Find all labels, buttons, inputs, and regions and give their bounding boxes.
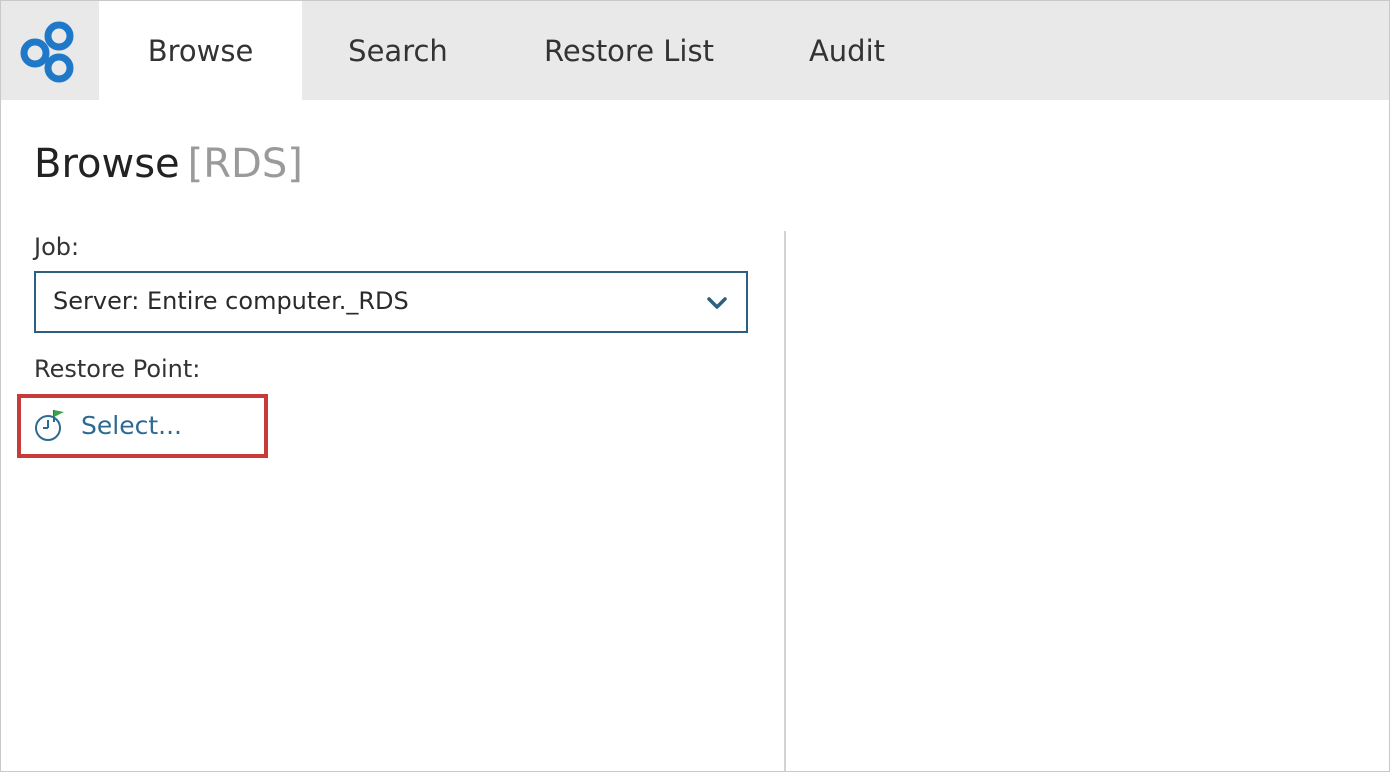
tab-audit-label: Audit <box>808 33 886 68</box>
tab-restore-list[interactable]: Restore List <box>514 1 744 100</box>
chevron-down-icon[interactable] <box>706 293 728 313</box>
app-window: Browse Search Restore List Audit Browse[… <box>0 0 1390 772</box>
brand-logo-icon[interactable] <box>1 1 99 100</box>
tab-browse[interactable]: Browse <box>99 1 302 100</box>
tab-browse-label: Browse <box>147 33 254 68</box>
restore-point-label: Restore Point: <box>34 355 201 383</box>
page-title: Browse [RDS] <box>34 141 303 187</box>
top-navigation-bar: Browse Search Restore List Audit <box>1 1 1389 100</box>
page-title-context: [RDS] <box>187 141 303 187</box>
restore-point-select-link[interactable]: Select... <box>33 405 182 445</box>
tab-audit[interactable]: Audit <box>776 1 918 100</box>
job-label: Job: <box>34 233 80 261</box>
page-title-text: Browse <box>34 141 180 187</box>
job-select[interactable]: Server: Entire computer._RDS <box>34 271 748 333</box>
panel-divider[interactable] <box>784 231 786 771</box>
tab-search-label: Search <box>348 33 448 68</box>
restore-point-select-text: Select... <box>81 410 182 440</box>
job-select-value: Server: Entire computer._RDS <box>53 287 409 315</box>
restore-point-flag-icon <box>35 410 64 441</box>
tab-search[interactable]: Search <box>302 1 494 100</box>
tab-restore-list-label: Restore List <box>544 33 714 68</box>
